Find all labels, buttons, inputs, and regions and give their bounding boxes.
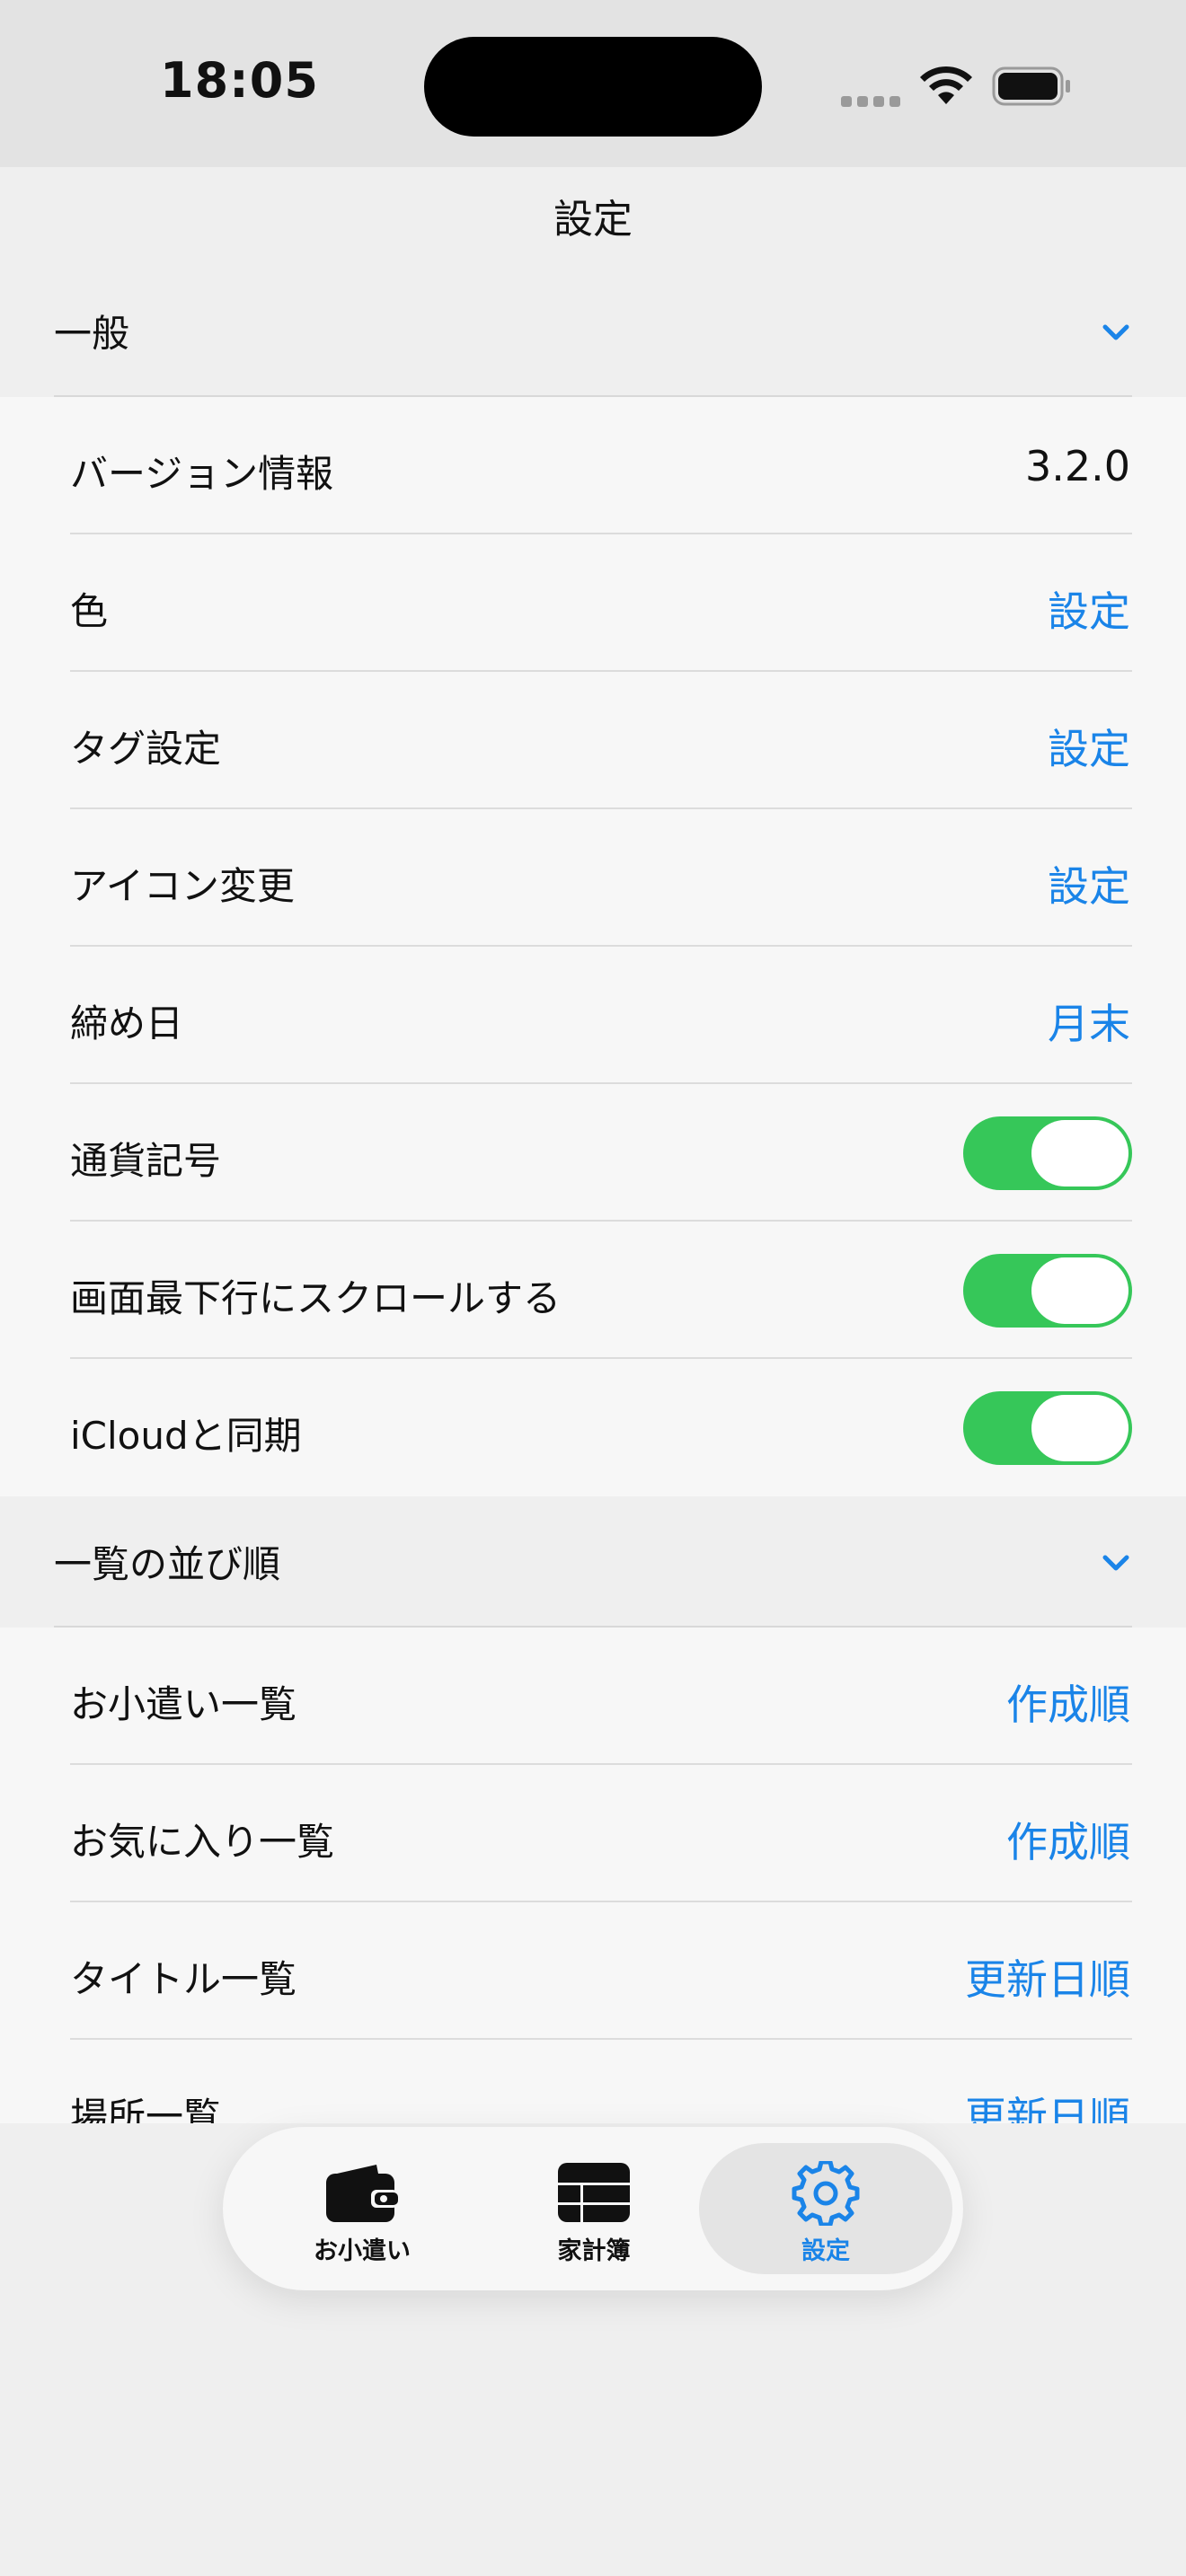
row-closing-date[interactable]: 締め日 月末 — [0, 947, 1186, 1084]
icon-setting-link[interactable]: 設定 — [1048, 854, 1130, 913]
favorites-sort-value[interactable]: 作成順 — [1006, 1810, 1130, 1869]
closing-date-value[interactable]: 月末 — [1048, 992, 1130, 1051]
title-sort-value[interactable]: 更新日順 — [965, 1947, 1130, 2007]
row-label: 画面最下行にスクロールする — [70, 1276, 562, 1320]
row-scroll-to-bottom: 画面最下行にスクロールする — [0, 1222, 1186, 1359]
chevron-down-icon[interactable] — [1098, 1545, 1134, 1581]
toggle-knob — [1031, 1120, 1128, 1187]
tag-setting-link[interactable]: 設定 — [1048, 717, 1130, 776]
currency-symbol-toggle[interactable] — [963, 1116, 1132, 1190]
toggle-knob — [1031, 1395, 1128, 1461]
navigation-bar: 設定 — [0, 167, 1186, 266]
tab-household-ledger[interactable]: 家計簿 — [474, 2143, 713, 2274]
gear-icon — [792, 2161, 860, 2226]
tab-allowance[interactable]: お小遣い — [243, 2143, 482, 2274]
wallet-icon — [326, 2165, 398, 2222]
allowance-sort-value[interactable]: 作成順 — [1006, 1672, 1130, 1732]
toggle-knob — [1031, 1257, 1128, 1324]
row-color[interactable]: 色 設定 — [0, 534, 1186, 672]
table-icon — [558, 2163, 630, 2222]
section-rows-general: バージョン情報 3.2.0 色 設定 タグ設定 設定 アイコン変更 設定 締め日… — [0, 397, 1186, 1496]
row-label: バージョン情報 — [70, 452, 334, 496]
row-version: バージョン情報 3.2.0 — [0, 397, 1186, 534]
status-time: 18:05 — [160, 52, 319, 109]
dynamic-island — [424, 37, 762, 137]
row-favorites-list[interactable]: お気に入り一覧 作成順 — [0, 1765, 1186, 1902]
tab-bar: お小遣い 家計簿 設定 — [223, 2127, 963, 2290]
section-rows-sort-order: お小遣い一覧 作成順 お気に入り一覧 作成順 タイトル一覧 更新日順 場所一覧 … — [0, 1628, 1186, 2123]
place-sort-value[interactable]: 更新日順 — [965, 2085, 1130, 2123]
row-label: 通貨記号 — [70, 1139, 222, 1183]
wifi-icon — [920, 66, 972, 104]
row-label: 色 — [70, 589, 109, 633]
row-tag-settings[interactable]: タグ設定 設定 — [0, 672, 1186, 809]
row-label: iCloudと同期 — [70, 1414, 302, 1458]
row-title-list[interactable]: タイトル一覧 更新日順 — [0, 1902, 1186, 2040]
tab-label: 家計簿 — [557, 2237, 631, 2265]
section-header-sort-order[interactable]: 一覧の並び順 — [0, 1496, 1186, 1628]
chevron-down-icon[interactable] — [1098, 314, 1134, 350]
row-allowance-list[interactable]: お小遣い一覧 作成順 — [0, 1628, 1186, 1765]
row-label: 場所一覧 — [70, 2095, 222, 2123]
tab-label: お小遣い — [314, 2237, 411, 2265]
row-label: お小遣い一覧 — [70, 1682, 297, 1726]
row-label: お気に入り一覧 — [70, 1820, 335, 1864]
row-label: タグ設定 — [70, 727, 222, 771]
section-title: 一般 — [54, 312, 130, 356]
scroll-to-bottom-toggle[interactable] — [963, 1254, 1132, 1328]
row-label: タイトル一覧 — [70, 1957, 297, 2001]
icloud-sync-toggle[interactable] — [963, 1391, 1132, 1465]
tab-label: 設定 — [801, 2237, 850, 2265]
section-header-general[interactable]: 一般 — [0, 266, 1186, 397]
version-value: 3.2.0 — [1024, 442, 1130, 490]
row-label: アイコン変更 — [70, 864, 295, 908]
battery-icon — [992, 66, 1070, 106]
row-currency-symbol: 通貨記号 — [0, 1084, 1186, 1222]
color-setting-link[interactable]: 設定 — [1048, 579, 1130, 639]
tab-settings[interactable]: 設定 — [699, 2143, 952, 2274]
cellular-signal-icon — [841, 93, 906, 110]
row-icon-change[interactable]: アイコン変更 設定 — [0, 809, 1186, 947]
row-icloud-sync: iCloudと同期 — [0, 1359, 1186, 1496]
settings-list[interactable]: 一般 バージョン情報 3.2.0 色 設定 タグ設定 設定 アイコン変更 設定 … — [0, 266, 1186, 2123]
section-title: 一覧の並び順 — [54, 1542, 281, 1586]
row-place-list[interactable]: 場所一覧 更新日順 — [0, 2040, 1186, 2123]
row-label: 締め日 — [70, 1001, 184, 1045]
status-bar: 18:05 — [0, 0, 1186, 167]
page-title: 設定 — [553, 197, 633, 243]
